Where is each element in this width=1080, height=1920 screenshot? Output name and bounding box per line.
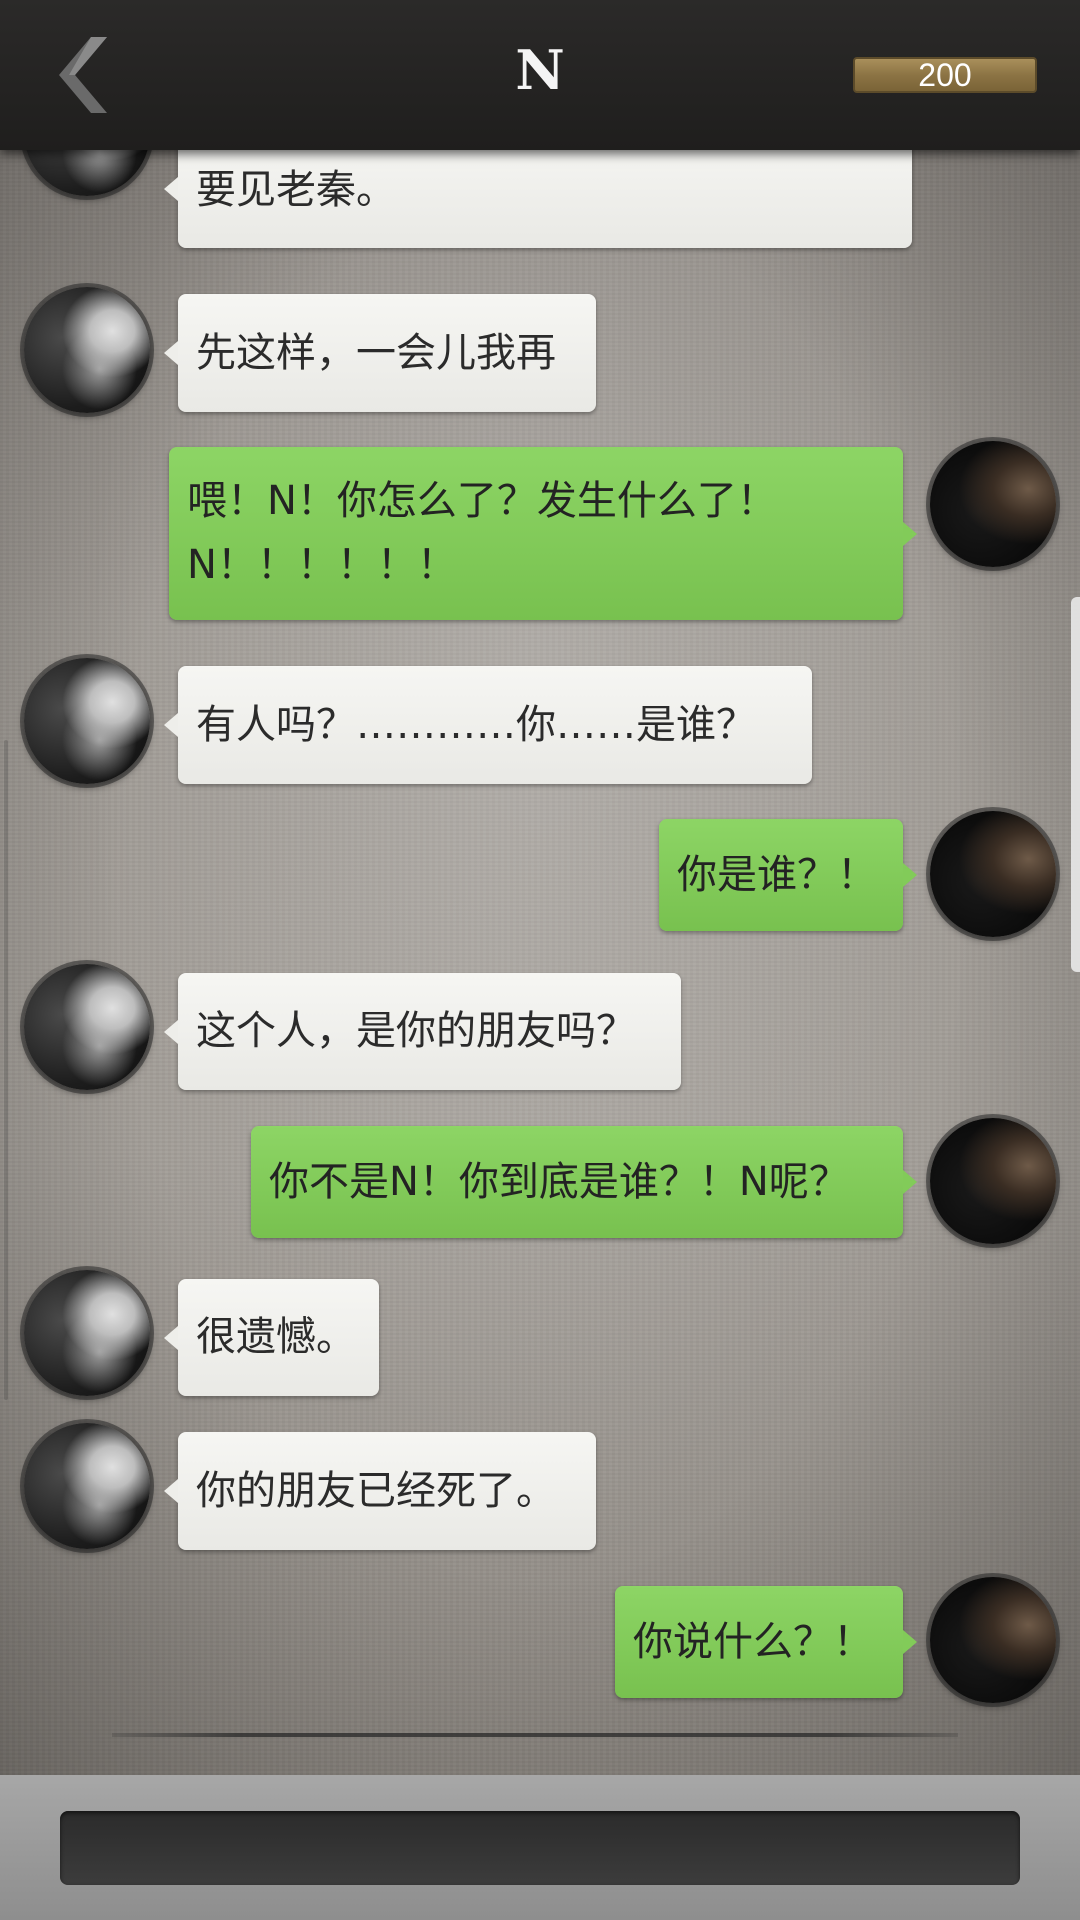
message-text-line-1: 喂！N！你怎么了？发生什么了！ <box>187 478 777 524</box>
contact-avatar[interactable] <box>24 287 150 413</box>
message-text: 你不是N！你到底是谁？！N呢？ <box>269 1159 849 1205</box>
contact-avatar[interactable] <box>24 658 150 784</box>
message-text: 要见老秦。 <box>196 167 396 213</box>
message-text: 很遗憾。 <box>196 1314 356 1360</box>
message-text-line-2: N！！！！！！ <box>187 542 457 588</box>
incoming-message: 很遗憾。 <box>164 1279 379 1396</box>
message-text: 先这样，一会儿我再 <box>196 330 556 376</box>
coin-counter: 200 <box>853 57 1037 93</box>
reply-input[interactable] <box>60 1811 1020 1885</box>
player-avatar[interactable] <box>930 1118 1056 1244</box>
incoming-message: 先这样，一会儿我再 <box>164 294 596 412</box>
contact-avatar[interactable] <box>24 1423 150 1549</box>
outgoing-message: 你不是N！你到底是谁？！N呢？ <box>251 1126 917 1238</box>
typing-divider <box>112 1733 958 1737</box>
incoming-message: 有人吗？…………你……是谁？ <box>164 666 812 784</box>
message-text: 有人吗？…………你……是谁？ <box>196 702 756 748</box>
outgoing-message: 你是谁？！ <box>659 819 917 931</box>
contact-avatar[interactable] <box>24 964 150 1090</box>
incoming-message: 这个人，是你的朋友吗？ <box>164 973 681 1090</box>
player-avatar[interactable] <box>930 811 1056 937</box>
message-text: 你的朋友已经死了。 <box>196 1468 556 1514</box>
outgoing-message: 你说什么？！ <box>615 1586 917 1698</box>
chat-screen: N 200 要见老秦。 先这样，一会儿我再 喂！N！你怎么了？发生什么了！ N！… <box>0 0 1080 1920</box>
player-avatar[interactable] <box>930 1577 1056 1703</box>
top-bar: N 200 <box>0 0 1080 150</box>
message-text: 你是谁？！ <box>677 852 877 898</box>
message-text: 你说什么？！ <box>633 1619 873 1665</box>
message-text: 这个人，是你的朋友吗？ <box>196 1008 636 1054</box>
left-scroll-track <box>4 740 8 1400</box>
incoming-message: 你的朋友已经死了。 <box>164 1432 596 1550</box>
scrollbar-handle[interactable] <box>1071 597 1080 972</box>
player-avatar[interactable] <box>930 441 1056 567</box>
outgoing-message: 喂！N！你怎么了？发生什么了！ N！！！！！！ <box>169 447 917 620</box>
contact-avatar[interactable] <box>24 1270 150 1396</box>
